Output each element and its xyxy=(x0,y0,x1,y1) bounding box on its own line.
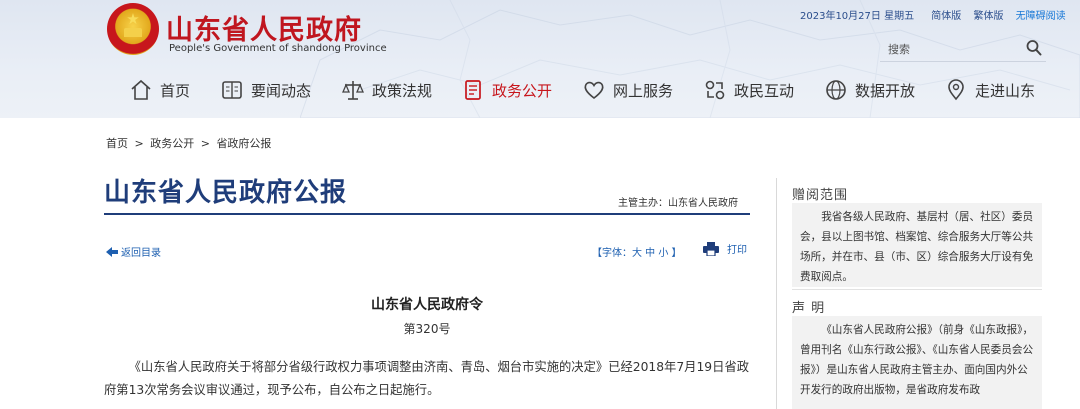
current-date: 2023年10月27日 星期五 xyxy=(800,11,915,22)
search-box xyxy=(880,36,1046,62)
breadcrumb: 首页 > 政务公开 > 省政府公报 xyxy=(106,135,274,151)
title-divider xyxy=(104,213,750,215)
nav-item-online-service[interactable]: 网上服务 xyxy=(582,70,673,110)
nav-item-gov-affairs[interactable]: 政务公开 xyxy=(461,70,552,110)
top-links: 2023年10月27日 星期五 简体版 繁体版 无障碍阅读 xyxy=(800,7,1066,22)
print-label: 打印 xyxy=(727,245,747,256)
document-title: 山东省人民政府令 xyxy=(371,297,483,313)
national-emblem-logo[interactable]: ★ xyxy=(107,3,159,55)
nav-item-policy[interactable]: 政策法规 xyxy=(341,70,432,110)
site-subtitle: People's Government of shandong Province xyxy=(169,43,387,54)
nav-item-news[interactable]: 要闻动态 xyxy=(220,70,311,110)
nav-label: 政务公开 xyxy=(492,81,553,100)
back-label: 返回目录 xyxy=(121,248,161,259)
nav-label: 数据开放 xyxy=(855,81,916,100)
sidebar-divider xyxy=(792,289,1042,290)
breadcrumb-separator: > xyxy=(200,137,210,150)
nav-label: 走进山东 xyxy=(975,81,1036,100)
tiananmen-icon xyxy=(124,28,142,37)
nav-item-open-data[interactable]: 数据开放 xyxy=(824,70,915,110)
search-input[interactable] xyxy=(888,40,1008,58)
nav-label: 网上服务 xyxy=(613,81,674,100)
distribution-range-text: 我省各级人民政府、基层村（居、社区）委员会，县以上图书馆、档案馆、综合服务大厅等… xyxy=(792,203,1042,287)
data-globe-icon xyxy=(826,80,846,100)
scales-icon xyxy=(342,81,364,100)
nav-label: 政民互动 xyxy=(734,81,795,100)
nav-label: 首页 xyxy=(160,81,191,100)
nav-item-about-shandong[interactable]: 走进山东 xyxy=(944,70,1035,110)
gazette-sponsor: 主管主办：山东省人民政府 xyxy=(618,198,738,209)
document-body: 《山东省人民政府关于将部分省级行政权力事项调整由济南、青岛、烟台市实施的决定》已… xyxy=(104,360,750,397)
site-header: ★ 山东省人民政府 People's Government of shandon… xyxy=(0,0,1080,118)
interaction-icon xyxy=(705,80,725,100)
breadcrumb-gov-affairs[interactable]: 政务公开 xyxy=(150,137,194,150)
breadcrumb-gazette[interactable]: 省政府公报 xyxy=(216,137,271,150)
search-icon[interactable] xyxy=(1026,39,1042,57)
nav-item-interaction[interactable]: 政民互动 xyxy=(703,70,794,110)
statement-heading: 声 明 xyxy=(792,301,826,316)
printer-icon xyxy=(703,241,719,256)
document-number: 第320号 xyxy=(403,322,451,336)
heart-icon xyxy=(584,81,604,100)
star-icon: ★ xyxy=(126,10,140,28)
print-button[interactable]: 打印 xyxy=(703,241,747,256)
statement-text: 《山东省人民政府公报》（前身《山东政报》，曾用刊名《山东行政公报》、《山东省人民… xyxy=(792,316,1042,409)
accessibility-link[interactable]: 无障碍阅读 xyxy=(1016,11,1066,22)
gazette-title: 山东省人民政府公报 xyxy=(104,178,348,208)
font-size-selector[interactable]: 【字体：大 中 小 】 xyxy=(592,244,682,259)
distribution-range-heading: 赠阅范围 xyxy=(792,188,849,203)
nav-label: 政策法规 xyxy=(372,81,433,100)
back-to-catalog-link[interactable]: 返回目录 xyxy=(106,244,161,259)
breadcrumb-home[interactable]: 首页 xyxy=(106,137,128,150)
nav-label: 要闻动态 xyxy=(251,81,312,100)
main-nav: 首页 要闻动态 政策法规 政务公开 网上服务 政民互动 数据开放 走进山东 xyxy=(0,70,1080,110)
simplified-chinese-link[interactable]: 简体版 xyxy=(931,11,961,22)
site-title[interactable]: 山东省人民政府 xyxy=(166,8,362,47)
nav-item-home[interactable]: 首页 xyxy=(129,70,190,110)
breadcrumb-separator: > xyxy=(134,137,144,150)
column-divider xyxy=(776,178,777,409)
newspaper-icon xyxy=(222,81,242,99)
location-icon xyxy=(948,79,964,101)
document-icon xyxy=(465,80,481,100)
home-icon xyxy=(131,79,151,100)
back-arrow-icon xyxy=(106,246,118,257)
traditional-chinese-link[interactable]: 繁体版 xyxy=(973,11,1003,22)
